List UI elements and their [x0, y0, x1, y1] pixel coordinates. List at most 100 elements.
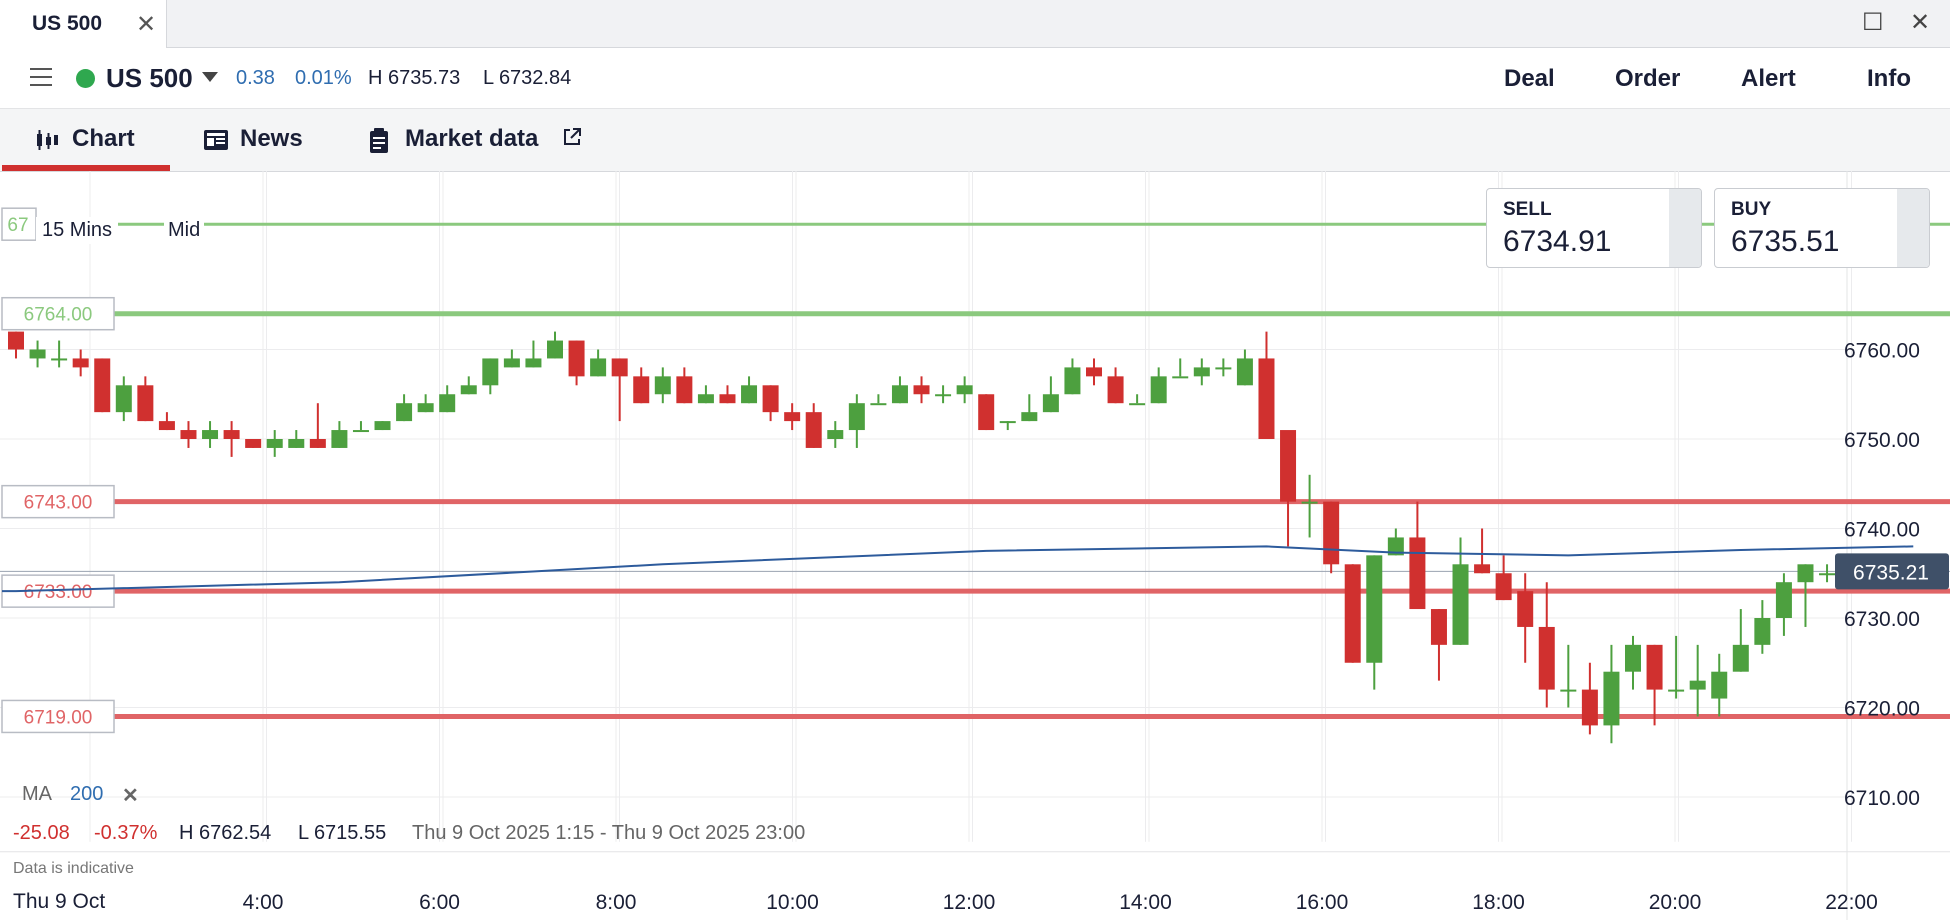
candle-body	[1538, 626, 1555, 690]
maximize-icon[interactable]: ☐	[1862, 8, 1884, 37]
indicator-period[interactable]: 200	[70, 783, 103, 806]
candle-body	[1732, 644, 1749, 672]
candle-body	[956, 385, 973, 395]
buy-price-button[interactable]: BUY 6735.51	[1714, 188, 1930, 268]
candle-body	[288, 439, 305, 448]
candle-body	[72, 358, 89, 368]
candle-body	[633, 376, 650, 404]
candle-body	[1172, 376, 1189, 379]
close-tab-icon[interactable]: ✕	[136, 10, 156, 39]
alert-level-label: 6733.00	[24, 582, 93, 603]
period-range: Thu 9 Oct 2025 1:15 - Thu 9 Oct 2025 23:…	[412, 822, 806, 844]
candle-body	[202, 430, 219, 439]
tab-chart-label: Chart	[72, 125, 135, 152]
candle-body	[1668, 689, 1685, 692]
candle-body	[1086, 367, 1102, 377]
candle-body	[1409, 537, 1426, 610]
y-axis-label: 6720.00	[1844, 698, 1920, 721]
tab-news-label: News	[240, 125, 303, 152]
candle-body	[331, 430, 348, 448]
sell-label: SELL	[1503, 199, 1552, 220]
candle-body	[115, 385, 132, 413]
instrument-name[interactable]: US 500	[106, 63, 193, 94]
candle-body	[1107, 376, 1124, 404]
session-low: L 6732.84	[483, 67, 572, 89]
candle-body	[848, 403, 865, 431]
candle-body	[870, 403, 887, 406]
menu-icon[interactable]	[30, 68, 52, 92]
session-high: H 6735.73	[368, 67, 461, 89]
candle-body	[611, 358, 628, 377]
candle-body	[1236, 358, 1253, 386]
order-button[interactable]: Order	[1615, 65, 1680, 93]
sell-price: 6734.91	[1503, 225, 1612, 258]
candle-body	[762, 385, 779, 413]
candle-body	[827, 430, 844, 439]
price-chart[interactable]: 67 6764.00 6743.00 6733.00 6719.00 6735.21 67…	[0, 171, 1950, 920]
candle-body	[741, 385, 758, 404]
candle-body	[482, 358, 499, 386]
candle-body	[94, 358, 111, 413]
y-axis-label: 6710.00	[1844, 787, 1920, 810]
candle-body	[1495, 573, 1512, 601]
candle-body	[525, 358, 542, 368]
candle-body	[180, 430, 197, 439]
candle-body	[1215, 367, 1232, 370]
info-button[interactable]: Info	[1867, 65, 1911, 93]
candle-body	[590, 358, 607, 377]
candle-body	[29, 349, 46, 359]
candle-body	[1474, 564, 1491, 574]
alert-level-label: 67	[7, 215, 28, 236]
candle-body	[374, 421, 391, 431]
candle-body	[697, 394, 714, 404]
indicator-name: MA	[22, 783, 52, 805]
candle-body	[1797, 564, 1814, 583]
y-axis-label: 6740.00	[1844, 519, 1920, 542]
moving-average-line	[2, 545, 1914, 593]
x-axis-label: 16:00	[1296, 891, 1349, 914]
candle-body	[223, 430, 240, 439]
window-close-icon[interactable]: ✕	[1910, 8, 1930, 37]
price-type-selector[interactable]: Mid	[164, 217, 205, 244]
price-change-percent: 0.01%	[295, 67, 352, 89]
candle-body	[266, 439, 283, 448]
x-axis-label: 12:00	[943, 891, 996, 914]
x-axis-label: 22:00	[1825, 891, 1878, 914]
alert-button[interactable]: Alert	[1741, 65, 1796, 93]
candle-body	[309, 439, 326, 448]
window-tab-us500[interactable]: US 500 ✕	[0, 0, 167, 48]
candle-body	[891, 385, 908, 404]
candle-body	[51, 358, 68, 361]
candle-body	[1689, 680, 1706, 690]
timeframe-selector[interactable]: 15 Mins	[36, 217, 119, 244]
view-tabs: Chart News Market data	[0, 108, 1950, 172]
x-axis-label: 6:00	[419, 891, 460, 914]
remove-indicator-icon[interactable]: ✕	[122, 783, 139, 808]
candle-body	[1560, 689, 1577, 692]
candle-body	[1452, 564, 1469, 645]
period-change-percent: -0.37%	[94, 822, 158, 844]
candle-body	[1430, 609, 1447, 645]
candle-body	[1344, 564, 1361, 663]
candle-body	[417, 403, 434, 413]
candle-body	[1754, 618, 1771, 645]
sell-price-button[interactable]: SELL 6734.91	[1486, 188, 1702, 268]
candle-body	[719, 394, 736, 404]
candle-body	[158, 421, 175, 431]
x-axis-label: 4:00	[243, 891, 284, 914]
y-axis-label: 6760.00	[1844, 340, 1920, 363]
candle-body	[1258, 358, 1275, 439]
x-axis-label: 18:00	[1472, 891, 1525, 914]
period-change: -25.08	[13, 822, 70, 844]
current-price-label: 6735.21	[1853, 561, 1929, 584]
candle-body	[8, 331, 24, 350]
candle-body	[137, 385, 154, 422]
x-axis-label: 10:00	[766, 891, 819, 914]
deal-button[interactable]: Deal	[1504, 65, 1555, 93]
chevron-down-icon[interactable]	[202, 72, 218, 82]
candle-body	[805, 412, 822, 448]
candle-body	[396, 403, 413, 422]
candle-body	[978, 394, 995, 431]
buy-label: BUY	[1731, 199, 1772, 220]
clipboard-icon	[370, 128, 388, 153]
